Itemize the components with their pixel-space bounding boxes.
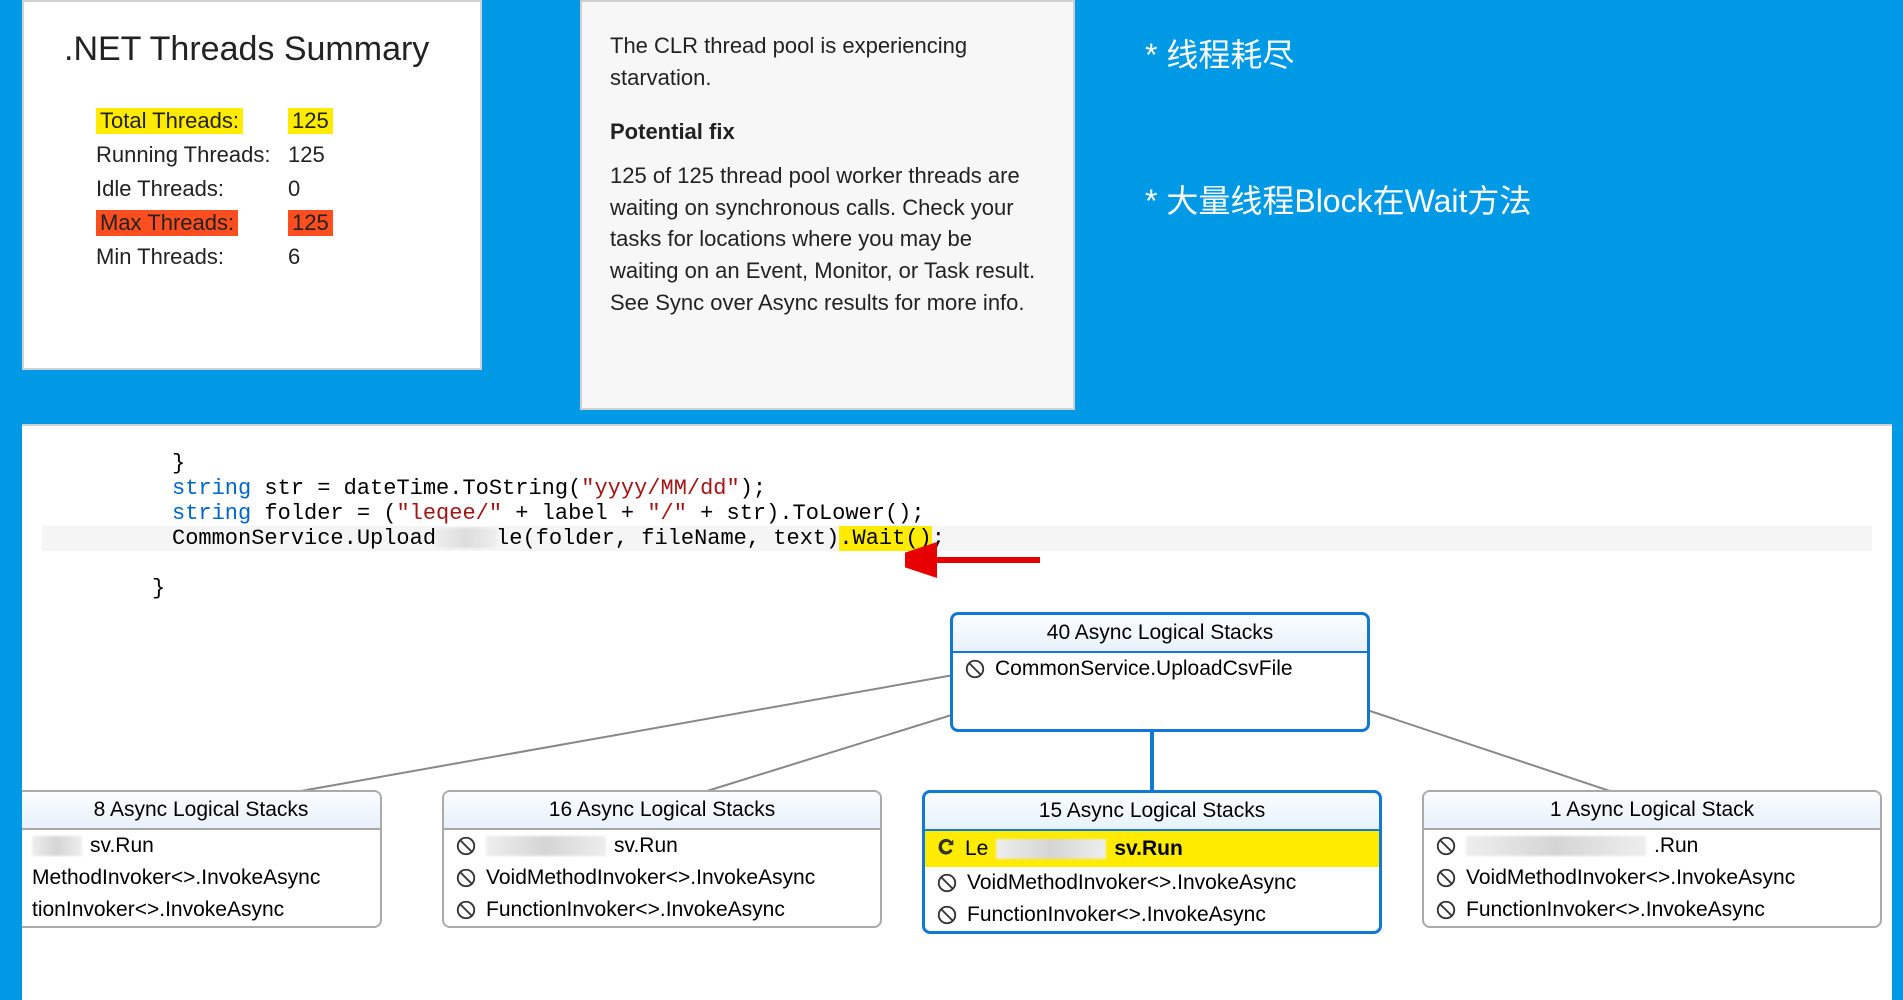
stack-header: 40 Async Logical Stacks: [953, 615, 1367, 653]
threads-summary-title: .NET Threads Summary: [64, 30, 440, 69]
idle-threads-value: 0: [288, 176, 300, 201]
stack-header: 1 Async Logical Stack: [1424, 792, 1880, 830]
annotation-1: * 线程耗尽: [1145, 30, 1531, 76]
blocked-icon: [454, 866, 478, 890]
stack-row[interactable]: FunctionInvoker<>.InvokeAsync: [444, 894, 880, 926]
idle-threads-label: Idle Threads:: [96, 176, 224, 201]
stack-row-highlighted[interactable]: Lesv.Run: [925, 831, 1379, 867]
stack-row[interactable]: .Run: [1424, 830, 1880, 862]
stack-row[interactable]: MethodInvoker<>.InvokeAsync: [22, 862, 380, 894]
stack-row-text: CommonService.UploadCsvFile: [995, 657, 1293, 681]
code-line-1: }: [42, 451, 185, 476]
stack-row[interactable]: sv.Run: [22, 830, 380, 862]
stack-box-16[interactable]: 16 Async Logical Stacks sv.Run VoidMetho…: [442, 790, 882, 928]
redacted-text: [486, 836, 606, 856]
annotations: * 线程耗尽 * 大量线程Block在Wait方法: [1145, 30, 1531, 322]
total-threads-value: 125: [288, 108, 333, 134]
stack-row[interactable]: FunctionInvoker<>.InvokeAsync: [1424, 894, 1880, 926]
stack-row[interactable]: VoidMethodInvoker<>.InvokeAsync: [925, 867, 1379, 899]
total-threads-label: Total Threads:: [96, 108, 243, 134]
stack-box-15[interactable]: 15 Async Logical Stacks Lesv.Run VoidMet…: [922, 790, 1382, 934]
stack-row[interactable]: VoidMethodInvoker<>.InvokeAsync: [1424, 862, 1880, 894]
min-threads-value: 6: [288, 244, 300, 269]
stack-box-top[interactable]: 40 Async Logical Stacks CommonService.Up…: [950, 612, 1370, 732]
blocked-icon: [454, 898, 478, 922]
blocked-icon: [935, 871, 959, 895]
async-stack-graph: 40 Async Logical Stacks CommonService.Up…: [22, 600, 1892, 1000]
threads-table: Total Threads: 125 Running Threads: 125 Id…: [94, 103, 345, 275]
blocked-icon: [963, 657, 987, 681]
code-line-5: }: [42, 576, 165, 601]
blocked-icon: [935, 903, 959, 927]
max-threads-label: Max Threads:: [96, 210, 238, 236]
redacted-text: [32, 836, 82, 856]
stack-box-8[interactable]: 8 Async Logical Stacks sv.Run MethodInvo…: [22, 790, 382, 928]
blocked-icon: [1434, 834, 1458, 858]
code-snippet: } string str = dateTime.ToString("yyyy/M…: [22, 424, 1892, 614]
redacted-text: [436, 528, 496, 548]
running-threads-label: Running Threads:: [96, 142, 271, 167]
blocked-icon: [1434, 898, 1458, 922]
threads-summary-card: .NET Threads Summary Total Threads: 125 R…: [22, 0, 482, 370]
stack-header: 15 Async Logical Stacks: [925, 793, 1379, 831]
arrow-icon: [905, 540, 1045, 580]
blocked-icon: [1434, 866, 1458, 890]
fix-body: 125 of 125 thread pool worker threads ar…: [610, 160, 1045, 319]
stack-row[interactable]: CommonService.UploadCsvFile: [953, 653, 1367, 685]
stack-row[interactable]: tionInvoker<>.InvokeAsync: [22, 894, 380, 926]
cycle-icon: [935, 835, 957, 863]
blocked-icon: [454, 834, 478, 858]
redacted-text: [996, 839, 1106, 859]
code-line-3: string folder = ("leqee/" + label + "/" …: [42, 501, 925, 526]
running-threads-value: 125: [288, 142, 325, 167]
annotation-2: * 大量线程Block在Wait方法: [1145, 176, 1531, 222]
max-threads-value: 125: [288, 210, 333, 236]
potential-fix-card: The CLR thread pool is experiencing star…: [580, 0, 1075, 410]
min-threads-label: Min Threads:: [96, 244, 224, 269]
stack-row[interactable]: sv.Run: [444, 830, 880, 862]
stack-box-1[interactable]: 1 Async Logical Stack .Run VoidMethodInv…: [1422, 790, 1882, 928]
redacted-text: [1466, 836, 1646, 856]
stack-header: 16 Async Logical Stacks: [444, 792, 880, 830]
fix-title: Potential fix: [610, 116, 1045, 148]
stack-header: 8 Async Logical Stacks: [22, 792, 380, 830]
stack-row[interactable]: FunctionInvoker<>.InvokeAsync: [925, 899, 1379, 931]
code-line-2: string str = dateTime.ToString("yyyy/MM/…: [42, 476, 766, 501]
fix-intro: The CLR thread pool is experiencing star…: [610, 30, 1045, 94]
stack-row[interactable]: VoidMethodInvoker<>.InvokeAsync: [444, 862, 880, 894]
